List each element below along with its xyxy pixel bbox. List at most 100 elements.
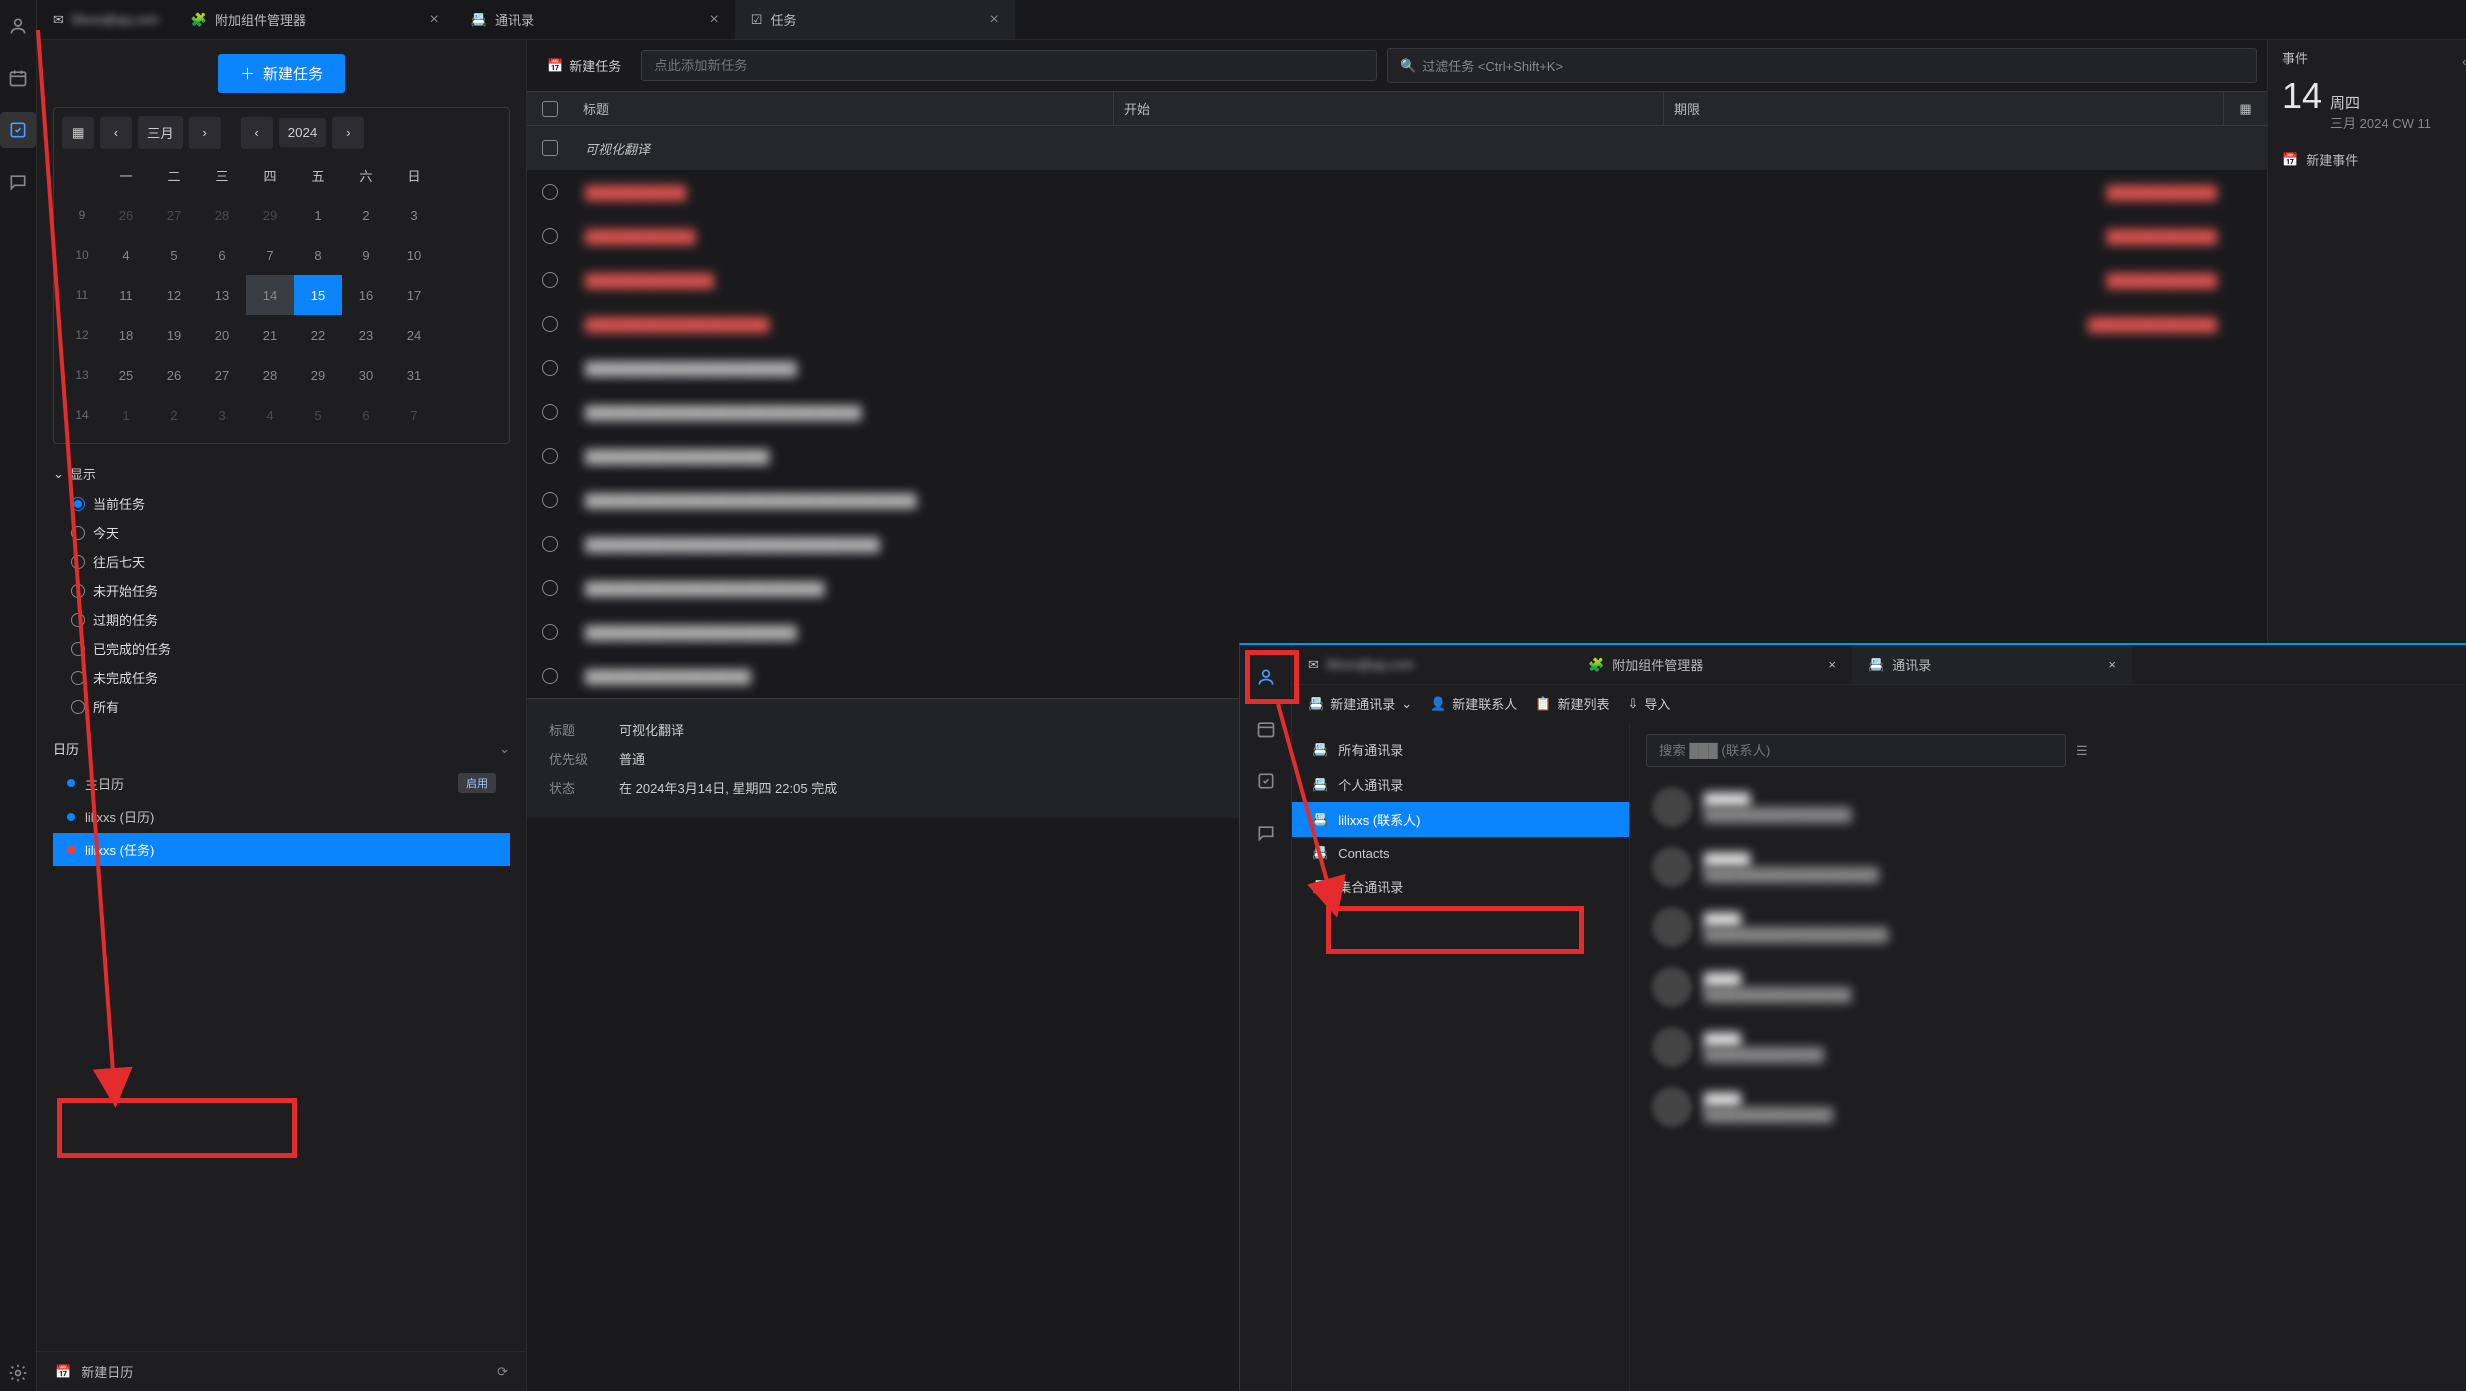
calendar-list-item[interactable]: lilixxs (任务) xyxy=(53,833,510,866)
col-due[interactable]: 期限 xyxy=(1663,92,2223,125)
addressbook-tree-item[interactable]: 📇所有通讯录 xyxy=(1292,732,1629,767)
contacts-icon[interactable] xyxy=(0,8,36,44)
calendar-day[interactable]: 2 xyxy=(342,195,390,235)
checkbox-icon[interactable] xyxy=(542,140,558,156)
task-row[interactable]: ██████████████████████████ xyxy=(527,258,2267,302)
task-row[interactable]: ████████████████████ xyxy=(527,434,2267,478)
calendar-day[interactable]: 28 xyxy=(246,355,294,395)
calendar-day[interactable]: 26 xyxy=(102,195,150,235)
contact-search-input[interactable] xyxy=(1646,734,2066,767)
calendar-day[interactable]: 9 xyxy=(342,235,390,275)
close-icon[interactable]: × xyxy=(2108,657,2116,672)
next-month-icon[interactable]: › xyxy=(189,117,221,149)
task-row[interactable]: ████████████████████████████████████ xyxy=(527,478,2267,522)
filter-option[interactable]: 当前任务 xyxy=(53,489,510,518)
checkbox-icon[interactable] xyxy=(542,228,558,244)
prev-month-icon[interactable]: ‹ xyxy=(100,117,132,149)
list-view-icon[interactable]: ☰ xyxy=(2076,743,2088,759)
contact-row[interactable]: █████████████████ xyxy=(1646,1017,2450,1077)
calendar-day[interactable]: 6 xyxy=(342,395,390,435)
filter-option[interactable]: 今天 xyxy=(53,518,510,547)
calendar-day[interactable]: 28 xyxy=(198,195,246,235)
calendar-day[interactable]: 5 xyxy=(150,235,198,275)
add-task-input[interactable] xyxy=(641,50,1377,81)
filter-tasks-input[interactable]: 🔍 过滤任务 <Ctrl+Shift+K> xyxy=(1387,48,2257,83)
calendar-day[interactable]: 16 xyxy=(342,275,390,315)
checkbox-icon[interactable] xyxy=(542,404,558,420)
filter-option[interactable]: 未开始任务 xyxy=(53,576,510,605)
task-row[interactable]: ███████████████████████ xyxy=(527,170,2267,214)
chevron-left-icon[interactable]: ‹ xyxy=(2462,54,2466,70)
checkbox-icon[interactable] xyxy=(542,360,558,376)
checkbox-icon[interactable] xyxy=(542,624,558,640)
tab-addons[interactable]: 🧩 附加组件管理器 × xyxy=(175,0,455,39)
overlay-calendar-icon[interactable] xyxy=(1248,711,1284,747)
calendar-day[interactable]: 27 xyxy=(150,195,198,235)
calendar-day[interactable]: 29 xyxy=(294,355,342,395)
year-label[interactable]: 2024 xyxy=(279,118,327,147)
calendar-icon[interactable] xyxy=(0,60,36,96)
calendar-day[interactable]: 14 xyxy=(246,275,294,315)
tab-addressbook[interactable]: 📇 通讯录 × xyxy=(455,0,735,39)
close-icon[interactable]: × xyxy=(1828,657,1836,672)
display-section[interactable]: ⌄ 显示 xyxy=(53,458,510,489)
task-row[interactable]: ██████████████████████████████████ xyxy=(527,302,2267,346)
addressbook-tree-item[interactable]: 📇lilixxs (联系人) xyxy=(1292,802,1629,837)
contact-row[interactable]: ████████████████████████ xyxy=(1646,837,2450,897)
contact-row[interactable]: ████████████████████ xyxy=(1646,957,2450,1017)
calendar-list-item[interactable]: lilixxs (日历) xyxy=(53,800,510,833)
calendar-day[interactable]: 7 xyxy=(246,235,294,275)
calendar-day[interactable]: 15 xyxy=(294,275,342,315)
new-task-button-2[interactable]: 📅新建任务 xyxy=(537,50,631,81)
calendar-day[interactable]: 1 xyxy=(294,195,342,235)
contact-row[interactable]: █████████████████████ xyxy=(1646,777,2450,837)
col-options-icon[interactable]: ▦ xyxy=(2223,92,2267,125)
new-list-button[interactable]: 📋新建列表 xyxy=(1535,694,1609,713)
calendar-day[interactable]: 18 xyxy=(102,315,150,355)
filter-option[interactable]: 已完成的任务 xyxy=(53,634,510,663)
calendar-day[interactable]: 6 xyxy=(198,235,246,275)
contact-row[interactable]: ██████████████████ xyxy=(1646,1077,2450,1137)
overlay-tab-addons[interactable]: 🧩附加组件管理器× xyxy=(1572,645,1852,684)
overlay-chat-icon[interactable] xyxy=(1248,815,1284,851)
refresh-icon[interactable]: ⟳ xyxy=(497,1364,508,1380)
overlay-tasks-icon[interactable] xyxy=(1248,763,1284,799)
new-addressbook-button[interactable]: 📇新建通讯录⌄ xyxy=(1308,694,1412,713)
calendar-day[interactable]: 26 xyxy=(150,355,198,395)
new-event-button[interactable]: 📅 新建事件 xyxy=(2282,140,2466,179)
task-row[interactable]: ███████████████████████ xyxy=(527,346,2267,390)
checkbox-icon[interactable] xyxy=(542,184,558,200)
checkbox-icon[interactable] xyxy=(542,580,558,596)
checkbox-icon[interactable] xyxy=(542,272,558,288)
calendar-day[interactable]: 23 xyxy=(342,315,390,355)
overlay-tab-mail[interactable]: ✉lilixxs@qq.com xyxy=(1292,645,1572,684)
tasks-icon[interactable] xyxy=(0,112,36,148)
task-row[interactable]: ██████████████████████████████ xyxy=(527,390,2267,434)
calendar-day[interactable]: 4 xyxy=(246,395,294,435)
select-all-checkbox[interactable] xyxy=(527,92,573,125)
calendar-day[interactable]: 11 xyxy=(102,275,150,315)
next-year-icon[interactable]: › xyxy=(332,117,364,149)
calendar-day[interactable]: 27 xyxy=(198,355,246,395)
calendar-day[interactable]: 10 xyxy=(390,235,438,275)
calendar-day[interactable]: 5 xyxy=(294,395,342,435)
calendar-day[interactable]: 29 xyxy=(246,195,294,235)
month-label[interactable]: 三月 xyxy=(138,116,183,149)
calendar-day[interactable]: 30 xyxy=(342,355,390,395)
calendar-day[interactable]: 17 xyxy=(390,275,438,315)
filter-option[interactable]: 未完成任务 xyxy=(53,663,510,692)
close-icon[interactable]: × xyxy=(429,11,438,29)
checkbox-icon[interactable] xyxy=(542,536,558,552)
checkbox-icon[interactable] xyxy=(542,316,558,332)
col-start[interactable]: 开始 xyxy=(1113,92,1663,125)
checkbox-icon[interactable] xyxy=(542,492,558,508)
calendar-day[interactable]: 13 xyxy=(198,275,246,315)
calendar-day[interactable]: 20 xyxy=(198,315,246,355)
calendar-day[interactable]: 19 xyxy=(150,315,198,355)
filter-option[interactable]: 过期的任务 xyxy=(53,605,510,634)
calendar-day[interactable]: 12 xyxy=(150,275,198,315)
settings-icon[interactable] xyxy=(0,1355,36,1391)
addressbook-tree-item[interactable]: 📇集合通讯录 xyxy=(1292,869,1629,904)
overlay-tab-addressbook[interactable]: 📇通讯录× xyxy=(1852,645,2132,684)
addressbook-tree-item[interactable]: 📇个人通讯录 xyxy=(1292,767,1629,802)
